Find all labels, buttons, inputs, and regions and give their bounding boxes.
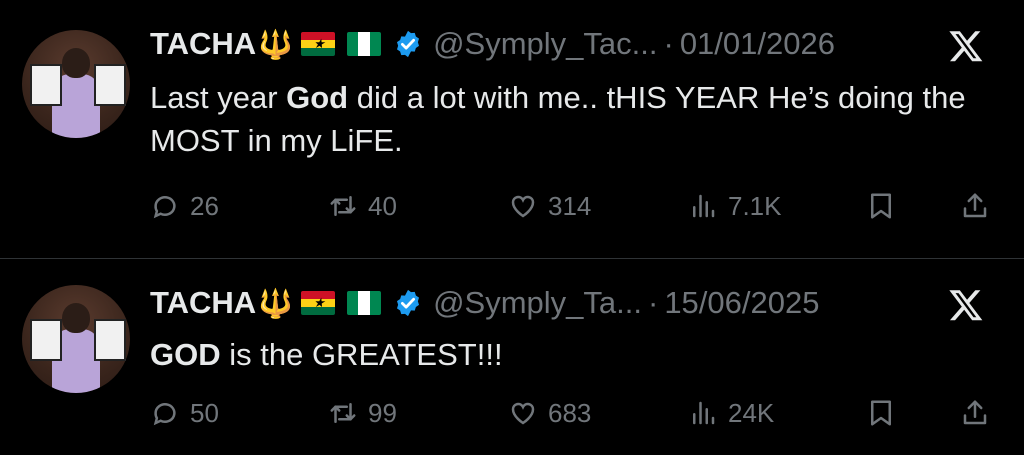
bookmark-button[interactable] — [866, 393, 896, 433]
avatar-certificate-left — [30, 64, 62, 106]
like-count: 683 — [548, 397, 592, 428]
text-part-bold: God — [286, 80, 349, 115]
like-icon — [511, 195, 535, 218]
text-part-bold: GOD — [150, 337, 221, 372]
repost-icon — [330, 196, 356, 216]
share-button[interactable] — [960, 186, 990, 226]
views-button[interactable]: 7.1K — [688, 186, 782, 226]
user-handle[interactable]: @Symply_Ta... — [433, 285, 642, 321]
repost-count: 99 — [368, 397, 397, 428]
tweet-header: TACHA 🔱 ★ @Symply_Tac... · 01/01/2026 — [150, 22, 835, 66]
trident-emoji: 🔱 — [258, 287, 294, 319]
like-count: 314 — [548, 190, 592, 221]
views-count: 24K — [728, 397, 775, 428]
reply-button[interactable]: 26 — [150, 186, 219, 226]
views-count: 7.1K — [728, 190, 782, 221]
tweet-card[interactable]: TACHA 🔱 ★ @Symply_Tac... · 01/01/2026 La… — [0, 0, 1024, 258]
repost-button[interactable]: 40 — [328, 186, 397, 226]
display-name[interactable]: TACHA — [150, 285, 256, 321]
display-name[interactable]: TACHA — [150, 26, 256, 62]
nigeria-flag-icon — [347, 32, 382, 56]
verified-badge-icon — [397, 289, 420, 317]
text-part: Last year — [150, 80, 287, 115]
share-button[interactable] — [960, 393, 990, 433]
avatar-head — [62, 303, 90, 333]
repost-icon — [330, 403, 356, 423]
verified-badge-icon — [397, 30, 420, 58]
avatar[interactable] — [22, 285, 130, 393]
tweet-date[interactable]: 01/01/2026 — [680, 26, 835, 62]
ghana-flag-icon: ★ — [301, 291, 336, 315]
share-icon — [963, 400, 987, 425]
avatar-certificate-left — [30, 319, 62, 361]
action-bar: 50 99 683 24K — [150, 393, 1010, 433]
bookmark-button[interactable] — [866, 186, 896, 226]
bookmark-icon — [871, 193, 891, 219]
reply-icon — [153, 403, 176, 426]
tweet-card[interactable]: TACHA 🔱 ★ @Symply_Ta... · 15/06/2025 GOD… — [0, 258, 1024, 455]
repost-button[interactable]: 99 — [328, 393, 397, 433]
reply-count: 50 — [190, 397, 219, 428]
tweet-text: Last year God did a lot with me.. tHIS Y… — [150, 76, 990, 162]
x-logo-icon — [949, 290, 983, 321]
tweet-text: GOD is the GREATEST!!! — [150, 333, 990, 376]
views-button[interactable]: 24K — [688, 393, 774, 433]
like-button[interactable]: 314 — [508, 186, 591, 226]
repost-count: 40 — [368, 190, 397, 221]
avatar-certificate-right — [94, 319, 126, 361]
avatar-certificate-right — [94, 64, 126, 106]
separator-dot: · — [647, 285, 659, 320]
share-icon — [963, 193, 987, 218]
user-handle[interactable]: @Symply_Tac... — [433, 26, 657, 62]
bookmark-icon — [871, 400, 891, 426]
text-part: is the GREATEST!!! — [220, 337, 503, 372]
separator-dot: · — [663, 26, 674, 61]
reply-icon — [153, 196, 176, 219]
tweet-header: TACHA 🔱 ★ @Symply_Ta... · 15/06/2025 — [150, 281, 819, 325]
reply-button[interactable]: 50 — [150, 393, 219, 433]
ghana-flag-icon: ★ — [301, 32, 336, 56]
nigeria-flag-icon — [347, 291, 382, 315]
trident-emoji: 🔱 — [258, 28, 294, 60]
reply-count: 26 — [190, 190, 219, 221]
action-bar: 26 40 314 7.1K — [150, 186, 1010, 226]
like-button[interactable]: 683 — [508, 393, 591, 433]
avatar[interactable] — [22, 30, 130, 138]
tweet-date[interactable]: 15/06/2025 — [664, 285, 819, 321]
like-icon — [511, 402, 535, 425]
views-icon — [693, 401, 715, 425]
views-icon — [693, 194, 715, 218]
x-logo-icon — [949, 31, 983, 62]
avatar-head — [62, 48, 90, 78]
